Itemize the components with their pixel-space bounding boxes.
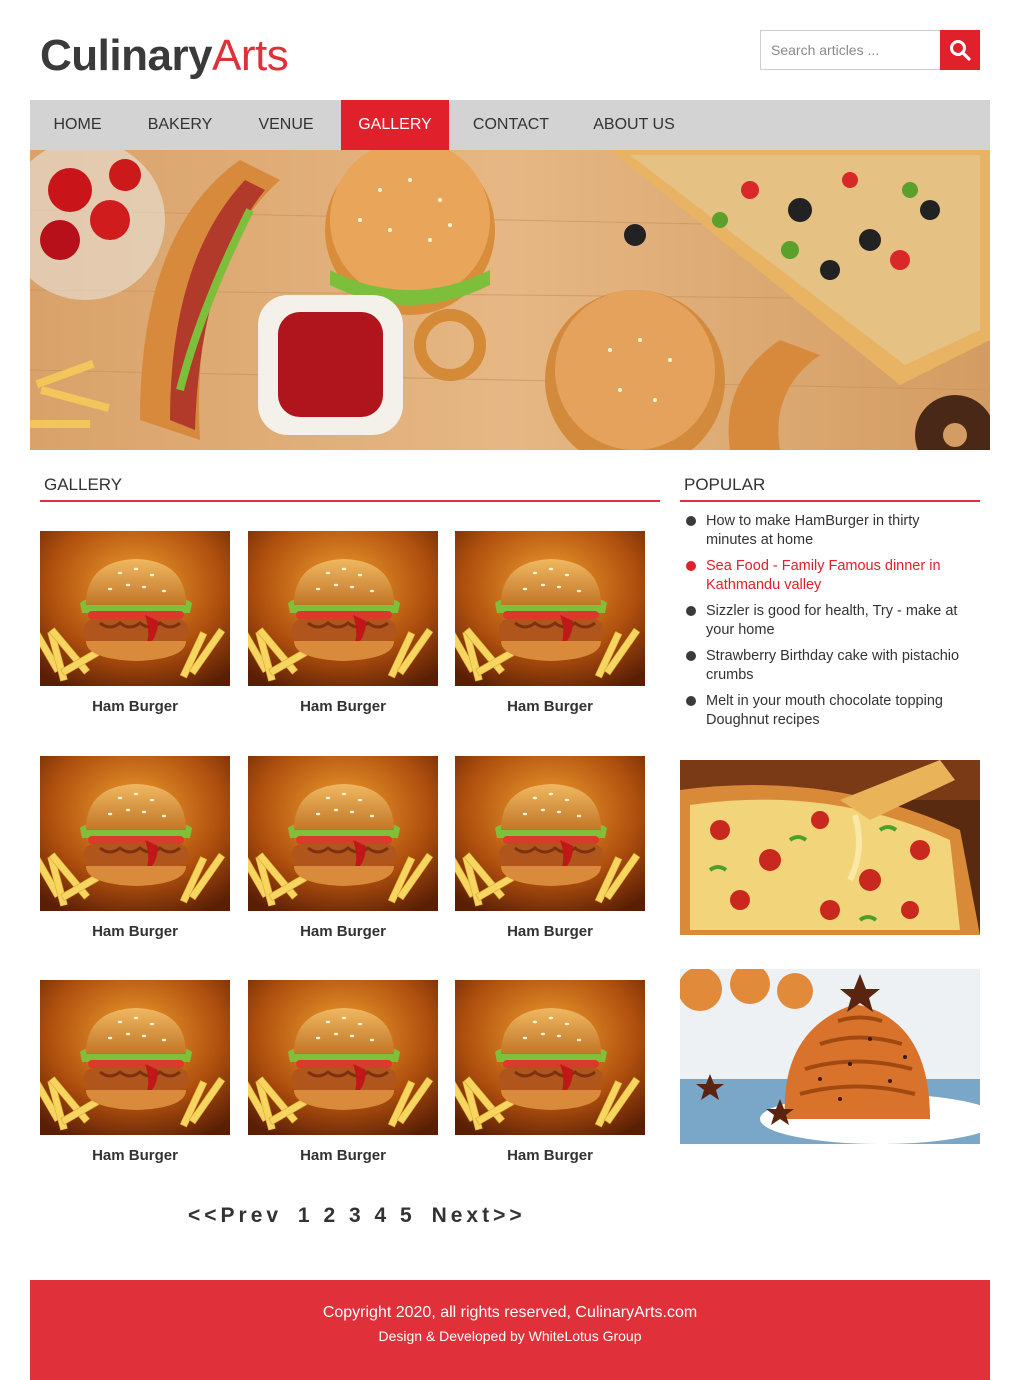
gallery-item: Ham Burger: [248, 531, 438, 716]
cinnamon-bun-picture: [680, 969, 980, 1144]
popular-item-text: Strawberry Birthday cake with pistachio …: [706, 648, 960, 683]
bullet-icon: [686, 606, 696, 616]
ham-burger-image[interactable]: [40, 531, 230, 686]
bullet-icon: [686, 696, 696, 706]
site-footer: Copyright 2020, all rights reserved, Cul…: [30, 1280, 990, 1380]
popular-item-text: Sizzler is good for health, Try - make a…: [706, 603, 958, 638]
gallery-caption[interactable]: Ham Burger: [455, 923, 645, 941]
nav-contact[interactable]: CONTACT: [465, 100, 557, 150]
gallery-item: Ham Burger: [40, 980, 230, 1165]
gallery-section-title: GALLERY: [40, 472, 660, 502]
gallery-caption[interactable]: Ham Burger: [455, 698, 645, 716]
popular-item[interactable]: Sizzler is good for health, Try - make a…: [684, 602, 974, 640]
hero-banner: [30, 150, 990, 450]
nav-about-us[interactable]: ABOUT US: [585, 100, 683, 150]
bullet-icon: [686, 516, 696, 526]
popular-item[interactable]: How to make HamBurger in thirty minutes …: [684, 512, 974, 550]
ham-burger-image[interactable]: [40, 756, 230, 911]
page-link-1[interactable]: 1: [298, 1204, 314, 1227]
nav-home[interactable]: HOME: [30, 100, 125, 150]
gallery-item: Ham Burger: [248, 756, 438, 941]
popular-section-title: POPULAR: [680, 472, 980, 502]
ham-burger-image[interactable]: [455, 531, 645, 686]
gallery-item: Ham Burger: [455, 531, 645, 716]
gallery-caption[interactable]: Ham Burger: [455, 1147, 645, 1165]
prev-page-link[interactable]: <<Prev: [188, 1204, 282, 1227]
pizza-image[interactable]: [680, 760, 980, 935]
popular-item-text: Melt in your mouth chocolate topping Dou…: [706, 693, 943, 728]
search-box: [760, 30, 980, 70]
logo-text-culinary: Culinary: [40, 31, 213, 80]
fast-food-banner-image: [30, 150, 990, 450]
gallery-item: Ham Burger: [40, 756, 230, 941]
nav-venue[interactable]: VENUE: [240, 100, 332, 150]
page-link-2[interactable]: 2: [323, 1204, 339, 1227]
gallery-item: Ham Burger: [40, 531, 230, 716]
search-input[interactable]: [760, 30, 940, 70]
ham-burger-image[interactable]: [248, 980, 438, 1135]
bullet-icon: [686, 651, 696, 661]
nav-gallery[interactable]: GALLERY: [341, 100, 449, 150]
page-link-3[interactable]: 3: [349, 1204, 365, 1227]
nav-bakery[interactable]: BAKERY: [130, 100, 230, 150]
gallery-caption[interactable]: Ham Burger: [40, 1147, 230, 1165]
popular-item-text: Sea Food - Family Famous dinner in Kathm…: [706, 558, 941, 593]
gallery-item: Ham Burger: [455, 756, 645, 941]
gallery-item: Ham Burger: [248, 980, 438, 1165]
gallery-item: Ham Burger: [455, 980, 645, 1165]
ham-burger-image[interactable]: [455, 980, 645, 1135]
footer-credit: Design & Developed by WhiteLotus Group: [378, 1328, 642, 1344]
main-nav: HOME BAKERY VENUE GALLERY CONTACT ABOUT …: [30, 100, 990, 150]
logo-text-arts: Arts: [212, 31, 289, 80]
footer-copyright: Copyright 2020, all rights reserved, Cul…: [322, 1304, 698, 1321]
next-page-link[interactable]: Next>>: [432, 1204, 526, 1227]
search-icon: [950, 40, 971, 61]
site-logo[interactable]: CulinaryArts: [40, 28, 289, 84]
page-link-5[interactable]: 5: [400, 1204, 416, 1227]
page-link-4[interactable]: 4: [375, 1204, 391, 1227]
search-button[interactable]: [940, 30, 980, 70]
gallery-caption[interactable]: Ham Burger: [248, 698, 438, 716]
gallery-caption[interactable]: Ham Burger: [40, 923, 230, 941]
ham-burger-image[interactable]: [248, 756, 438, 911]
ham-burger-image[interactable]: [40, 980, 230, 1135]
popular-item[interactable]: Melt in your mouth chocolate topping Dou…: [684, 692, 974, 730]
gallery-caption[interactable]: Ham Burger: [248, 1147, 438, 1165]
ham-burger-image[interactable]: [455, 756, 645, 911]
gallery-caption[interactable]: Ham Burger: [40, 698, 230, 716]
ham-burger-image[interactable]: [248, 531, 438, 686]
popular-item-active[interactable]: Sea Food - Family Famous dinner in Kathm…: [684, 557, 974, 595]
pagination: <<Prev 1 2 3 4 5 Next>>: [188, 1204, 526, 1228]
gallery-caption[interactable]: Ham Burger: [248, 923, 438, 941]
popular-list: How to make HamBurger in thirty minutes …: [684, 512, 974, 737]
pizza-picture: [680, 760, 980, 935]
popular-item[interactable]: Strawberry Birthday cake with pistachio …: [684, 647, 974, 685]
popular-item-text: How to make HamBurger in thirty minutes …: [706, 513, 920, 548]
bullet-icon: [686, 561, 696, 571]
cinnamon-bun-image[interactable]: [680, 969, 980, 1144]
